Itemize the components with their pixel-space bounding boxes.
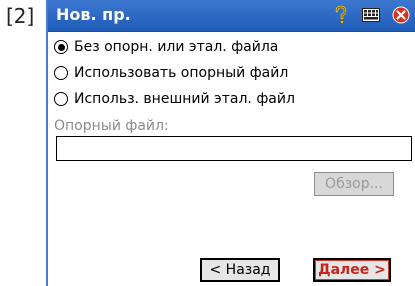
dialog-content: Без опорн. или этал. файла Использовать … xyxy=(48,32,415,286)
keyboard-icon[interactable] xyxy=(361,5,381,25)
title-bar-icons xyxy=(331,5,411,25)
option-external-standard-file[interactable]: Использ. внешний этал. файл xyxy=(54,88,295,110)
radio-dot xyxy=(57,43,65,51)
next-button[interactable]: Далее > xyxy=(313,258,391,282)
reference-file-input[interactable] xyxy=(56,136,412,161)
option-label: Без опорн. или этал. файла xyxy=(74,39,279,55)
browse-button[interactable]: Обзор... xyxy=(314,172,394,196)
option-no-reference[interactable]: Без опорн. или этал. файла xyxy=(54,36,278,58)
option-use-reference-file[interactable]: Использовать опорный файл xyxy=(54,62,288,84)
radio-button[interactable] xyxy=(54,92,68,106)
radio-button[interactable] xyxy=(54,66,68,80)
option-label: Использовать опорный файл xyxy=(74,65,289,81)
title-bar: Нов. пр. xyxy=(48,0,415,32)
close-icon[interactable] xyxy=(391,5,411,25)
reference-file-label: Опорный файл: xyxy=(54,118,169,134)
option-label: Использ. внешний этал. файл xyxy=(74,91,295,107)
radio-button-selected[interactable] xyxy=(54,40,68,54)
window-title: Нов. пр. xyxy=(56,5,131,24)
back-button[interactable]: < Назад xyxy=(200,258,280,282)
help-icon[interactable] xyxy=(331,5,351,25)
step-tag: [2] xyxy=(6,4,35,28)
